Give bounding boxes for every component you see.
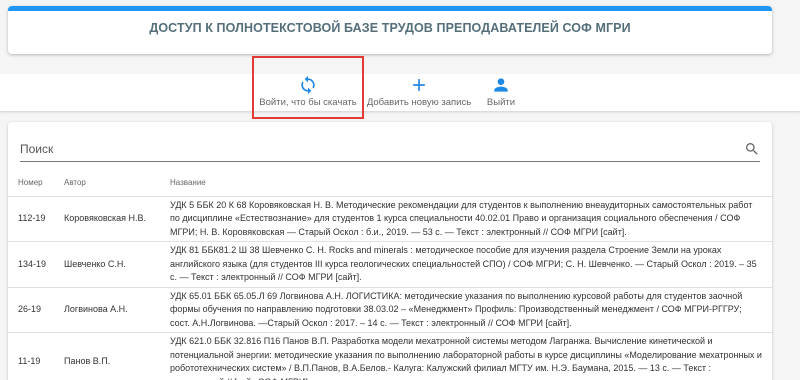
person-icon bbox=[476, 74, 526, 96]
cell-title: УДК 81 ББК81.2 Ш 38 Шевченко С. Н. Rocks… bbox=[158, 241, 772, 287]
header-card: ДОСТУП К ПОЛНОТЕКСТОВОЙ БАЗЕ ТРУДОВ ПРЕП… bbox=[8, 6, 772, 54]
search-bar bbox=[20, 138, 760, 162]
column-header-author[interactable]: Автор bbox=[54, 170, 158, 196]
table-row[interactable]: 112-19 Коровяковская Н.В. УДК 5 ББК 20 К… bbox=[8, 195, 772, 242]
records-card: Номер Автор Название 112-19 Коровяковска… bbox=[8, 122, 772, 380]
toolbar: Войти, что бы скачать Добавить новую зап… bbox=[0, 74, 800, 112]
logout-button[interactable]: Выйти bbox=[476, 74, 526, 112]
cell-author: Логвинова А.Н. bbox=[54, 286, 158, 333]
table-row[interactable]: 26-19 Логвинова А.Н. УДК 65.01 ББК 65.05… bbox=[8, 286, 772, 333]
cell-number: 11-19 bbox=[8, 332, 54, 380]
table-row[interactable]: 134-19 Шевченко С.Н. УДК 81 ББК81.2 Ш 38… bbox=[8, 241, 772, 287]
table-header-row: Номер Автор Название bbox=[8, 170, 772, 196]
login-to-download-button[interactable]: Войти, что бы скачать bbox=[253, 74, 363, 112]
logout-button-label: Выйти bbox=[486, 97, 516, 108]
plus-icon bbox=[365, 74, 473, 96]
column-header-title[interactable]: Название bbox=[158, 170, 772, 196]
cell-title: УДК 65.01 ББК 65.05.Л 69 Логвинова А.Н. … bbox=[158, 286, 772, 333]
search-input[interactable] bbox=[20, 138, 720, 160]
sync-icon bbox=[253, 74, 363, 96]
search-icon[interactable] bbox=[744, 141, 760, 162]
cell-author: Панов В.П. bbox=[54, 332, 158, 380]
cell-title: УДК 5 ББК 20 К 68 Коровяковская Н. В. Ме… bbox=[158, 195, 772, 242]
records-table: Номер Автор Название 112-19 Коровяковска… bbox=[8, 170, 772, 380]
column-header-number[interactable]: Номер bbox=[8, 170, 54, 196]
page-title: ДОСТУП К ПОЛНОТЕКСТОВОЙ БАЗЕ ТРУДОВ ПРЕП… bbox=[149, 21, 631, 35]
add-button-label: Добавить новую запись bbox=[366, 97, 472, 108]
cell-number: 112-19 bbox=[8, 195, 54, 242]
cell-author: Коровяковская Н.В. bbox=[54, 195, 158, 242]
table-row[interactable]: 11-19 Панов В.П. УДК 621.0 ББК 32.816 П1… bbox=[8, 332, 772, 380]
cell-number: 134-19 bbox=[8, 241, 54, 287]
header-accent-bar bbox=[8, 6, 772, 11]
add-record-button[interactable]: Добавить новую запись bbox=[365, 74, 473, 112]
cell-author: Шевченко С.Н. bbox=[54, 241, 158, 287]
cell-title: УДК 621.0 ББК 32.816 П16 Панов В.П. Разр… bbox=[158, 332, 772, 380]
login-button-label: Войти, что бы скачать bbox=[259, 97, 357, 108]
cell-number: 26-19 bbox=[8, 286, 54, 333]
